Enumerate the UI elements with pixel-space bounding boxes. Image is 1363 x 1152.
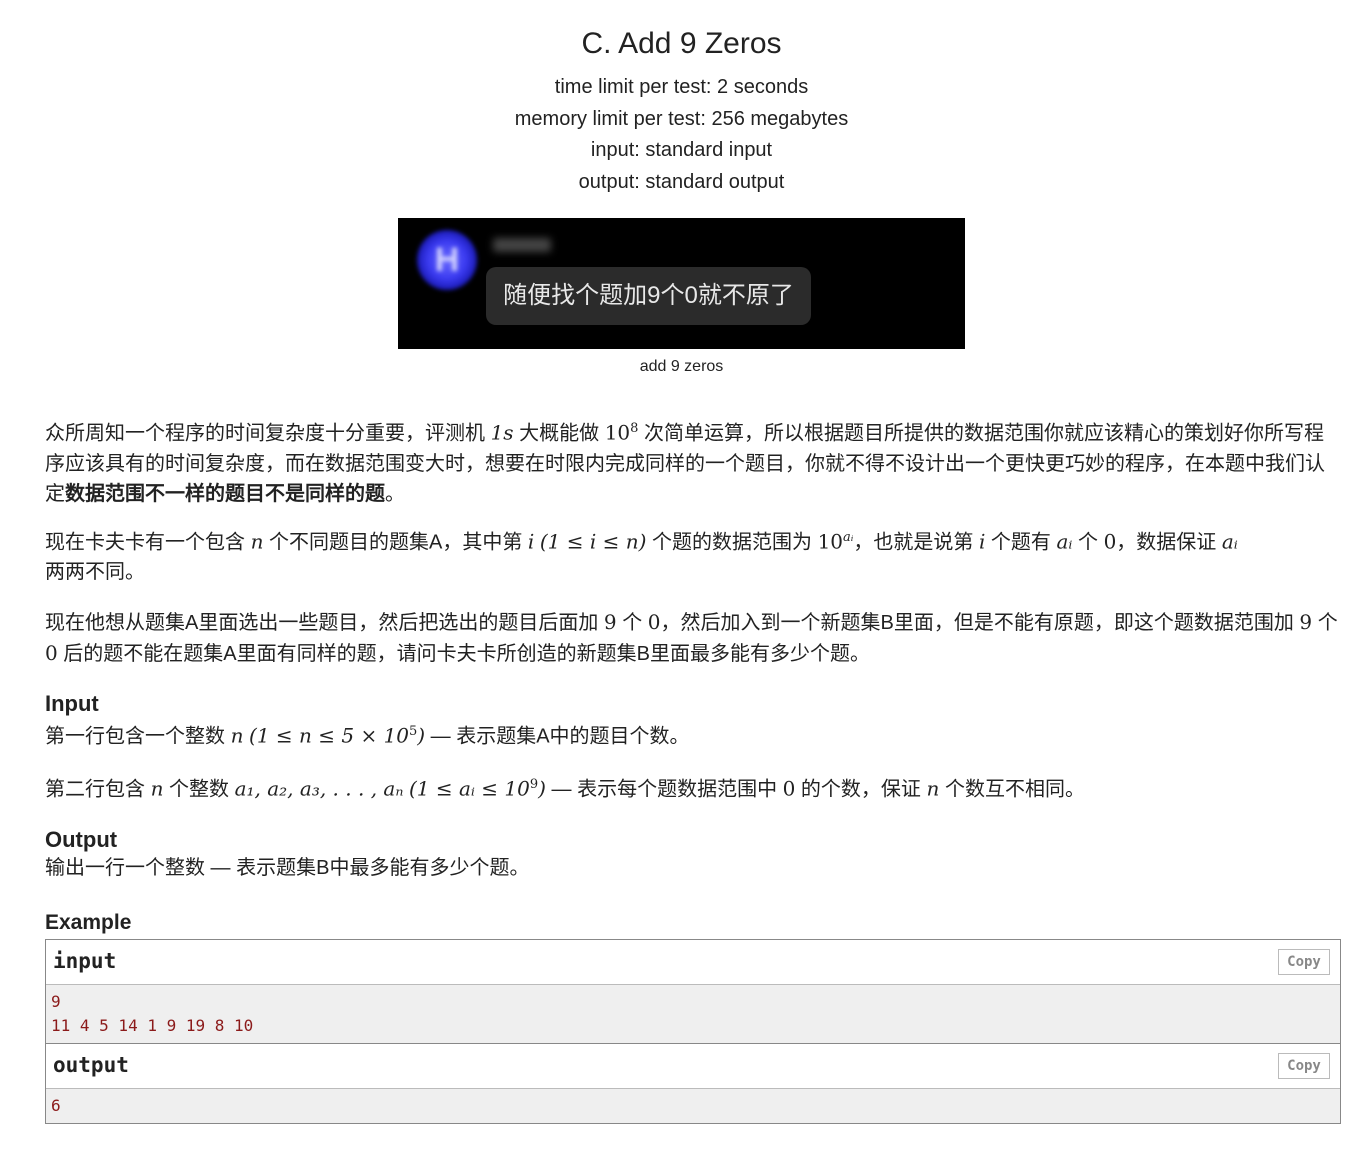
output-description: 输出一行一个整数 — 表示题集B中最多能有多少个题。 — [45, 856, 530, 879]
statement-paragraph-3: 现在他想从题集A里面选出一些题目，然后把选出的题目后面加 9 个 0，然后加入到… — [45, 610, 1338, 666]
sample-input-line: 11 4 5 14 1 9 19 8 10 — [51, 1015, 254, 1035]
sample-input-header: input Copy — [46, 939, 1340, 985]
sample-output-label: output — [53, 1052, 129, 1077]
avatar-letter: H — [434, 240, 460, 279]
time-limit: time limit per test: 2 seconds — [554, 76, 809, 98]
copy-input-button[interactable]: Copy — [1278, 948, 1330, 975]
example-title: Example — [45, 910, 132, 934]
limits-block: time limit per test: 2 seconds memory li… — [0, 72, 1363, 198]
output-section-title: Output — [45, 826, 118, 852]
statement-paragraph-1: 众所周知一个程序的时间复杂度十分重要，评测机 1s 大概能做 108 次简单运算… — [45, 420, 1325, 505]
sample-input-content: 9 11 4 5 14 1 9 19 8 10 — [46, 984, 1340, 1044]
input-type: input: standard input — [590, 139, 773, 161]
memory-limit: memory limit per test: 256 megabytes — [514, 107, 849, 130]
copy-output-button[interactable]: Copy — [1278, 1052, 1330, 1079]
bold-emphasis: 数据范围不一样的题目不是同样的题 — [65, 482, 385, 505]
input-line-1: 第一行包含一个整数 n (1 ≤ n ≤ 5 × 105) — 表示题集A中的题… — [45, 723, 690, 748]
avatar: H — [417, 230, 477, 290]
sample-output-content: 6 — [46, 1088, 1340, 1123]
sample-test-box: input Copy 9 11 4 5 14 1 9 19 8 10 outpu… — [45, 938, 1341, 1124]
chat-bubble: 随便找个题加9个0就不原了 — [486, 267, 811, 325]
output-type: output: standard output — [578, 170, 785, 193]
input-line-2: 第二行包含 n 个整数 a₁, a₂, a₃, . . . , aₙ (1 ≤ … — [45, 776, 1085, 801]
image-caption: add 9 zeros — [639, 358, 724, 375]
blurred-username — [493, 238, 551, 252]
statement-paragraph-2: 现在卡夫卡有一个包含 n 个不同题目的题集A，其中第 i (1 ≤ i ≤ n)… — [45, 529, 1238, 584]
sample-output-line: 6 — [51, 1095, 61, 1115]
problem-title: C. Add 9 Zeros — [581, 27, 782, 60]
problem-statement: 众所周知一个程序的时间复杂度十分重要，评测机 1s 大概能做 108 次简单运算… — [45, 414, 1341, 1124]
problem-header: C. Add 9 Zeros time limit per test: 2 se… — [0, 26, 1363, 198]
sample-output-header: output Copy — [46, 1043, 1340, 1089]
statement-image: H 随便找个题加9个0就不原了 — [398, 218, 965, 349]
input-section-title: Input — [45, 691, 99, 717]
sample-input-label: input — [53, 948, 117, 973]
sample-input-line: 9 — [51, 991, 61, 1011]
